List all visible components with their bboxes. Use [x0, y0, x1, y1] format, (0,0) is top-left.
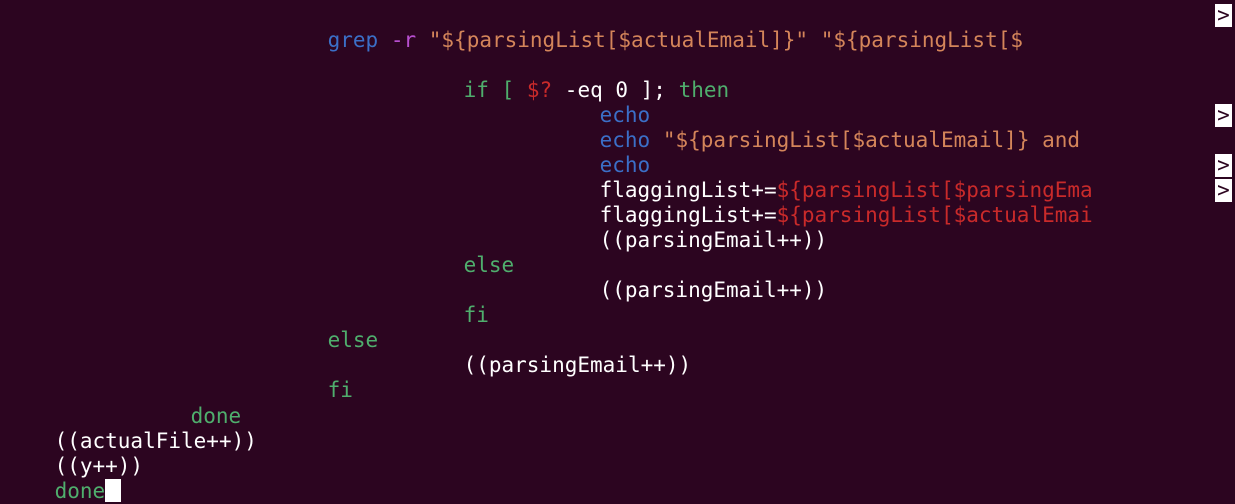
arithmetic-expression: ((parsingEmail++))	[463, 353, 692, 377]
terminal-editor[interactable]: grep -r "${parsingList[$actualEmail]}" "…	[0, 0, 1235, 503]
code-line-else: else	[277, 303, 379, 352]
code-line-grep: grep -r "${parsingList[$actualEmail]}" "…	[277, 3, 1023, 52]
arithmetic-expression: ((parsingEmail++))	[599, 278, 828, 302]
code-line-fi: fi	[277, 353, 353, 402]
overflow-arrow-icon: >	[1215, 104, 1232, 127]
code-line-echo-2: echo "${parsingList[$actualEmail]} and	[549, 103, 1080, 152]
code-line-fi: fi	[413, 278, 489, 327]
code-line-increment: ((actualFile++))	[4, 404, 257, 453]
code-line-echo-3: echo	[549, 128, 651, 177]
code-line-increment: ((y++))	[4, 429, 144, 478]
echo-string: "${parsingList[$actualEmail]} and	[662, 128, 1081, 152]
line-overflow-indicator: >	[1215, 104, 1232, 129]
else-keyword: else	[463, 253, 515, 277]
overflow-arrow-icon: >	[1215, 179, 1232, 202]
line-overflow-indicator: >	[1215, 154, 1232, 179]
code-line-increment: ((parsingEmail++))	[413, 328, 692, 377]
code-line-increment: ((parsingEmail++))	[549, 253, 828, 302]
fi-keyword: fi	[327, 378, 353, 402]
text-cursor	[105, 479, 122, 502]
code-line-flagging-2: flaggingList+=${parsingList[$actualEmai	[549, 178, 1093, 227]
grep-flag: -r	[390, 28, 417, 52]
if-keyword: if	[463, 78, 489, 102]
test-open-bracket: [	[501, 78, 515, 102]
fi-keyword: fi	[463, 303, 489, 327]
line-overflow-indicator: >	[1215, 179, 1232, 204]
code-line-flagging-1: flaggingList+=${parsingList[$parsingEma	[549, 153, 1093, 202]
line-overflow-indicator: >	[1215, 4, 1232, 29]
grep-command: grep	[327, 28, 379, 52]
done-keyword: done	[54, 479, 106, 503]
arithmetic-expression: ((parsingEmail++))	[599, 228, 828, 252]
grep-pattern-string: "${parsingList[$actualEmail]}"	[428, 28, 809, 52]
else-keyword: else	[327, 328, 379, 352]
overflow-arrow-icon: >	[1215, 154, 1232, 177]
code-line-increment: ((parsingEmail++))	[549, 203, 828, 252]
code-line-else: else	[413, 228, 515, 277]
code-line-done: done	[140, 379, 242, 428]
grep-target-string: "${parsingList[$	[820, 28, 1024, 52]
then-keyword: then	[678, 78, 730, 102]
code-line-if: if [ $? -eq 0 ]; then	[413, 53, 730, 102]
code-line-done: done	[4, 454, 122, 503]
code-line-echo-1: echo	[549, 78, 651, 127]
overflow-arrow-icon: >	[1215, 4, 1232, 27]
